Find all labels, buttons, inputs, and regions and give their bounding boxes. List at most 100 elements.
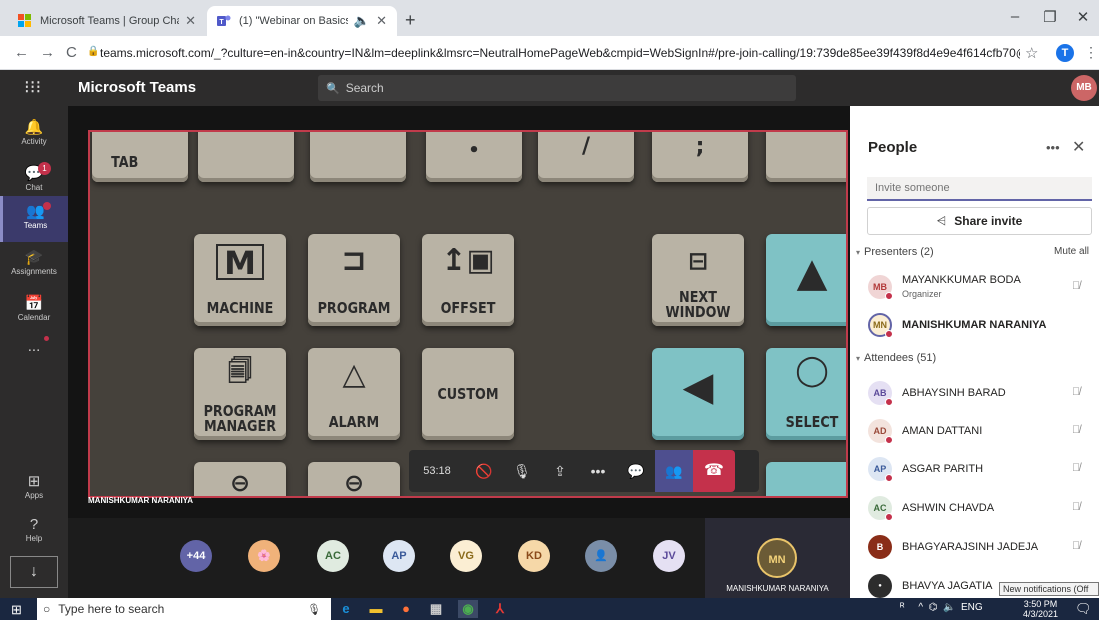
more-actions-icon[interactable]: •••	[579, 450, 617, 492]
edge-icon[interactable]: e	[336, 600, 356, 618]
key-ctrl	[198, 132, 294, 182]
people-icon[interactable]: ᴿ	[900, 602, 905, 613]
participant-row[interactable]: MN MANISHKUMAR NARANIYA	[850, 306, 1099, 344]
mic-off-icon[interactable]: 🎙	[503, 450, 541, 492]
mic-muted-icon[interactable]: 🎙̸	[1072, 280, 1080, 292]
firefox-icon[interactable]: ●	[396, 600, 416, 618]
invite-input[interactable]	[867, 177, 1092, 201]
rail-item-calendar[interactable]: 📅 Calendar	[0, 288, 68, 334]
attendees-header[interactable]: ▾ Attendees (51)	[856, 352, 936, 364]
hang-up-button[interactable]: ☎	[693, 450, 735, 492]
participant-row[interactable]: AB ABHAYSINH BARAD 🎙̸	[850, 374, 1099, 412]
key-select: ◯ SELECT	[766, 348, 846, 440]
mute-all-button[interactable]: Mute all	[1054, 246, 1089, 257]
key-next-window: ⊟ NEXT WINDOW	[652, 234, 744, 326]
participant-row[interactable]: B BHAGYARAJSINH JADEJA 🎙̸	[850, 528, 1099, 566]
rail-item-assignments[interactable]: 🎓 Assignments	[0, 242, 68, 288]
network-icon[interactable]: ⌬	[929, 602, 938, 613]
mic-muted-icon[interactable]: 🎙̸	[1072, 424, 1080, 436]
mic-muted-icon[interactable]: 🎙̸	[1072, 501, 1080, 513]
status-dot	[885, 292, 893, 300]
volume-icon[interactable]: 🔈	[943, 602, 955, 613]
participant-row[interactable]: AD AMAN DATTANI 🎙̸	[850, 412, 1099, 450]
forward-button[interactable]: →	[40, 44, 55, 61]
minimize-button[interactable]: –	[1000, 8, 1030, 25]
taskbar-search-input[interactable]: ○ Type here to search 🎙	[37, 598, 331, 620]
arrow-left-icon: ◀	[682, 364, 714, 410]
avatar[interactable]: 🌸	[248, 540, 280, 572]
rail-item-more[interactable]: ...	[0, 334, 68, 380]
share-invite-label: Share invite	[954, 214, 1023, 228]
camera-off-icon[interactable]: 🚫	[465, 450, 503, 492]
restore-button[interactable]: ❐	[1035, 8, 1065, 26]
more-options-icon[interactable]: •••	[1046, 140, 1060, 155]
browser-profile-avatar[interactable]: T	[1056, 44, 1074, 62]
microphone-icon[interactable]: 🎙	[307, 603, 321, 616]
rail-item-help[interactable]: ? Help	[0, 510, 68, 556]
tab-audio-icon[interactable]: 🔈	[354, 13, 370, 29]
close-window-button[interactable]: ✕	[1068, 8, 1098, 26]
participant-role: Organizer	[902, 289, 942, 299]
overflow-count[interactable]: +44	[180, 540, 212, 572]
avatar[interactable]: AC	[317, 540, 349, 572]
key-semicolon: ;	[652, 132, 748, 182]
rail-label: Activity	[21, 137, 47, 146]
mic-muted-icon[interactable]: 🎙̸	[1072, 462, 1080, 474]
user-avatar[interactable]: MB	[1071, 75, 1097, 101]
presenters-header[interactable]: ▾ Presenters (2)	[856, 246, 934, 258]
avatar[interactable]: JV	[653, 540, 685, 572]
status-dot	[885, 513, 893, 521]
chat-toggle-icon[interactable]: 💬	[617, 450, 655, 492]
participant-row[interactable]: AP ASGAR PARITH 🎙̸	[850, 450, 1099, 488]
chrome-icon[interactable]: ◉	[458, 600, 478, 618]
tab-title: Microsoft Teams | Group Chat Sc	[40, 15, 179, 27]
call-controls: 53:18 🚫 🎙 ⇪ ••• 💬 👥 ☎	[409, 450, 759, 492]
windows-start-icon[interactable]: ⊞	[11, 602, 22, 618]
avatar[interactable]: VG	[450, 540, 482, 572]
taskbar-clock[interactable]: 3:50 PM 4/3/2021	[1023, 599, 1058, 619]
url-field[interactable]: teams.microsoft.com/_?culture=en-in&coun…	[100, 42, 1020, 64]
share-screen-icon[interactable]: ⇪	[541, 450, 579, 492]
avatar[interactable]: 👤	[585, 540, 617, 572]
rail-item-teams[interactable]: 👥 Teams	[0, 196, 68, 242]
avatar[interactable]: AP	[383, 540, 415, 572]
key-label: OFFSET	[440, 299, 496, 317]
participant-row[interactable]: AC ASHWIN CHAVDA 🎙̸	[850, 489, 1099, 527]
reload-button[interactable]: C	[66, 44, 77, 61]
chevron-up-icon[interactable]: ^	[918, 602, 923, 613]
close-tab-icon[interactable]: ✕	[185, 13, 196, 29]
browser-tab-group-chat[interactable]: Microsoft Teams | Group Chat Sc ✕	[8, 6, 206, 36]
chat-icon: 💬	[24, 165, 44, 182]
rail-item-activity[interactable]: 🔔 Activity	[0, 112, 68, 158]
action-center-icon[interactable]: 🗨	[1075, 601, 1092, 617]
bookmark-star-icon[interactable]: ☆	[1025, 44, 1038, 62]
key-bottom-1: ⊖	[194, 462, 286, 496]
panel-title: People	[868, 139, 918, 156]
rail-item-apps[interactable]: ⊞ Apps	[0, 466, 68, 512]
arrow-up-icon: ▲	[796, 250, 828, 296]
close-icon[interactable]: ✕	[1072, 137, 1085, 157]
share-invite-button[interactable]: ⩤ Share invite	[867, 207, 1092, 235]
mic-muted-icon[interactable]: 🎙̸	[1072, 386, 1080, 398]
offset-icon: ↥▣	[441, 243, 495, 278]
participant-name: MANISHKUMAR NARANIYA	[902, 319, 1047, 331]
language-indicator[interactable]: ENG	[961, 602, 983, 613]
close-tab-icon[interactable]: ✕	[376, 13, 387, 29]
participant-row[interactable]: MB MAYANKKUMAR BODA Organizer 🎙̸	[850, 268, 1099, 306]
browser-menu-icon[interactable]: ⋮	[1084, 44, 1098, 61]
acrobat-icon[interactable]: ⅄	[490, 600, 510, 618]
teams-icon: 👥	[26, 203, 45, 220]
download-icon[interactable]: ↓	[10, 556, 58, 588]
app-launcher-icon[interactable]: ⁝⁝⁝	[24, 77, 41, 98]
search-input[interactable]: 🔍 Search	[318, 75, 796, 101]
browser-tab-webinar[interactable]: T (1) "Webinar on Basics of CN 🔈 ✕	[207, 6, 397, 36]
avatar[interactable]: KD	[518, 540, 550, 572]
self-name: MANISHKUMAR NARANIYA	[726, 584, 829, 593]
file-explorer-icon[interactable]: ▬	[366, 600, 386, 618]
participants-icon[interactable]: 👥	[655, 450, 693, 492]
calculator-icon[interactable]: ▦	[426, 600, 446, 618]
back-button[interactable]: ←	[14, 44, 29, 61]
system-tray[interactable]: ᴿ ^ ⌬ 🔈 ENG	[900, 602, 983, 613]
mic-muted-icon[interactable]: 🎙̸	[1072, 540, 1080, 552]
new-tab-button[interactable]: +	[405, 10, 416, 31]
